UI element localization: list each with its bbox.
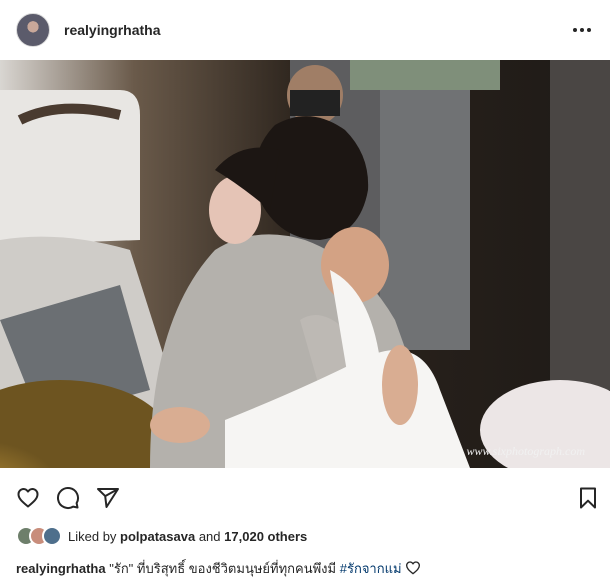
comment-icon[interactable] bbox=[56, 486, 80, 510]
caption-hashtag[interactable]: #รักจากแม่ bbox=[340, 561, 402, 576]
share-paper-plane-icon[interactable] bbox=[96, 486, 120, 510]
likes-count[interactable]: 17,020 others bbox=[224, 529, 307, 544]
likes-summary: Liked by polpatasava and 17,020 others bbox=[16, 525, 307, 547]
likes-and: and bbox=[198, 528, 221, 544]
post-caption: realyingrhatha "รัก" ที่บริสุทธิ์ ของชีว… bbox=[16, 558, 421, 579]
profile-avatar[interactable] bbox=[16, 13, 50, 47]
caption-username[interactable]: realyingrhatha bbox=[16, 561, 106, 576]
liker-username[interactable]: polpatasava bbox=[120, 529, 195, 544]
bookmark-icon[interactable] bbox=[576, 486, 600, 510]
liker-avatar[interactable] bbox=[42, 526, 62, 546]
post-username[interactable]: realyingrhatha bbox=[64, 22, 160, 38]
caption-text: "รัก" ที่บริสุทธิ์ ของชีวิตมนุษย์ที่ทุกค… bbox=[109, 561, 337, 576]
post-photo[interactable]: www.sixphotograph.com bbox=[0, 60, 610, 468]
likes-text: Liked by polpatasava and 17,020 others bbox=[68, 529, 307, 544]
more-options-icon[interactable] bbox=[570, 18, 594, 42]
heart-outline-icon[interactable] bbox=[16, 486, 40, 510]
post-header: realyingrhatha bbox=[0, 0, 610, 60]
action-bar bbox=[0, 482, 610, 514]
likes-prefix: Liked by bbox=[68, 528, 117, 544]
heart-outline-icon bbox=[405, 560, 421, 579]
photo-watermark: www.sixphotograph.com bbox=[467, 444, 586, 458]
instagram-post: realyingrhatha www.sixphotograph.com Lik… bbox=[0, 0, 610, 583]
post-photo-image: www.sixphotograph.com bbox=[0, 60, 610, 468]
